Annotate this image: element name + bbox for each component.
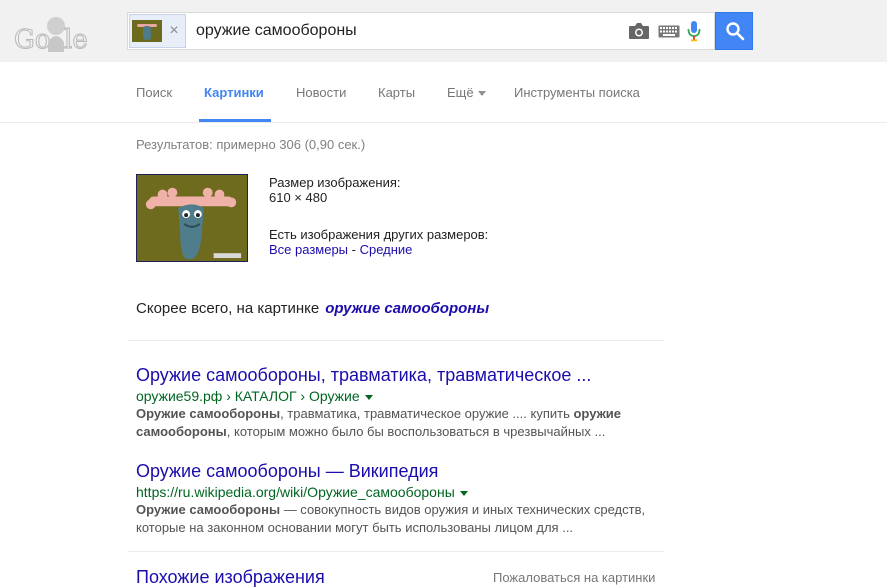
search-tabs: Поиск Картинки Новости Карты Ещё Инструм… <box>0 62 887 123</box>
result-url: оружие59.рф › КАТАЛОГ › Оружие <box>136 387 666 405</box>
best-guess: Скорее всего, на картинке оружие самообор… <box>136 300 489 317</box>
search-image-thumbnail <box>132 20 162 42</box>
result-url: https://ru.wikipedia.org/wiki/Оружие_сам… <box>136 483 666 501</box>
camera-icon[interactable] <box>628 22 650 40</box>
svg-text:le: le <box>64 25 88 55</box>
search-box[interactable]: × оружие самообороны <box>127 12 715 50</box>
all-sizes-link[interactable]: Все размеры <box>269 242 348 257</box>
search-result: Оружие самообороны, травматика, травмати… <box>136 364 666 441</box>
size-separator: - <box>348 242 360 257</box>
keyboard-icon[interactable] <box>658 25 680 38</box>
tab-maps[interactable]: Карты <box>378 84 415 102</box>
chevron-down-icon <box>477 91 486 97</box>
medium-sizes-link[interactable]: Средние <box>360 242 413 257</box>
best-guess-label: Скорее всего, на картинке <box>136 300 320 317</box>
mic-icon[interactable] <box>687 20 701 42</box>
remove-image-icon[interactable]: × <box>167 22 181 40</box>
report-images-link[interactable]: Пожаловаться на картинки <box>493 569 655 587</box>
result-url-text: оружие59.рф › КАТАЛОГ › Оружие <box>136 388 360 404</box>
divider <box>128 551 664 552</box>
active-tab-indicator <box>199 119 271 122</box>
result-snippet: Оружие самообороны, травматика, травмати… <box>136 405 666 441</box>
image-info: Размер изображения: 610 × 480 Есть изобр… <box>269 175 488 257</box>
svg-text:Go: Go <box>14 25 50 55</box>
image-size-value: 610 × 480 <box>269 190 328 205</box>
image-size-label: Размер изображения: <box>269 175 401 190</box>
snippet-text: , травматика, травматическое оружие ....… <box>280 406 574 421</box>
size-links: Все размеры - Средние <box>269 242 488 257</box>
tab-search-tools[interactable]: Инструменты поиска <box>514 84 640 102</box>
similar-images-link[interactable]: Похожие изображения <box>136 566 325 588</box>
snippet-text: , которым можно было бы воспользоваться … <box>226 424 606 439</box>
tab-more[interactable]: Ещё <box>447 84 486 102</box>
search-input[interactable]: оружие самообороны <box>196 13 357 49</box>
search-button[interactable] <box>715 12 753 50</box>
result-title-link[interactable]: Оружие самообороны — Википедия <box>136 460 666 482</box>
results-count: Результатов: примерно 306 (0,90 сек.) <box>136 137 366 152</box>
caret-down-icon[interactable] <box>364 394 373 400</box>
result-title-link[interactable]: Оружие самообороны, травматика, травмати… <box>136 364 666 386</box>
snippet-highlight: Оружие самообороны <box>136 502 281 517</box>
caret-down-icon[interactable] <box>459 490 468 496</box>
search-result: Оружие самообороны — Википедия https://r… <box>136 460 666 537</box>
search-image-chip[interactable]: × <box>129 14 186 48</box>
tab-images[interactable]: Картинки <box>204 84 264 102</box>
tab-search[interactable]: Поиск <box>136 84 172 102</box>
divider <box>128 340 664 341</box>
result-snippet: Оружие самообороны — совокупность видов … <box>136 501 666 537</box>
google-doodle-logo[interactable]: Go le <box>12 12 88 56</box>
header: Go le × оружие самообороны <box>0 0 887 63</box>
query-image-preview[interactable] <box>136 174 248 262</box>
tab-more-label: Ещё <box>447 85 474 100</box>
best-guess-link[interactable]: оружие самообороны <box>325 300 489 317</box>
search-icon <box>726 22 745 41</box>
snippet-highlight: Оружие самообороны <box>136 406 281 421</box>
result-url-text: https://ru.wikipedia.org/wiki/Оружие_сам… <box>136 484 455 500</box>
tab-news[interactable]: Новости <box>296 84 346 102</box>
other-sizes-label: Есть изображения других размеров: <box>269 227 489 242</box>
